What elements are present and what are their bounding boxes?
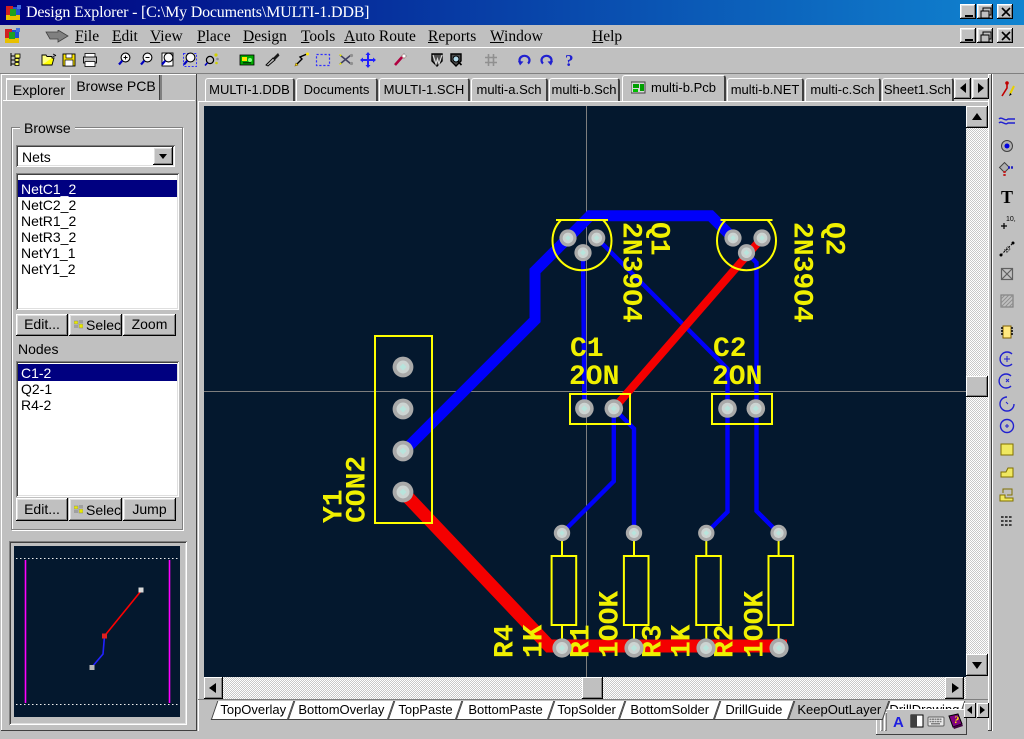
svg-text:2N39O4: 2N39O4 [615, 222, 646, 323]
svg-text:R4: R4 [490, 624, 521, 658]
svg-text:T: T [1001, 188, 1013, 206]
svg-text:CON2: CON2 [342, 456, 373, 523]
svg-text:R2: R2 [710, 624, 741, 658]
svg-text:10,10: 10,10 [1006, 216, 1016, 223]
svg-text:C2: C2 [713, 334, 747, 365]
svg-text:A: A [893, 714, 904, 730]
svg-text:R3: R3 [638, 624, 669, 658]
svg-text:1OOK: 1OOK [595, 591, 626, 658]
svg-text:R1: R1 [566, 624, 597, 658]
svg-text:2N39O4: 2N39O4 [786, 222, 817, 323]
svg-text:10: 10 [1003, 246, 1012, 255]
svg-text:1K: 1K [519, 624, 550, 658]
svg-text:C1: C1 [570, 334, 604, 365]
svg-text:2ON: 2ON [569, 362, 619, 393]
svg-text:?: ? [565, 52, 574, 68]
svg-text:1OOK: 1OOK [740, 591, 771, 658]
svg-text:Q1: Q1 [643, 222, 674, 256]
svg-text:1K: 1K [667, 624, 698, 658]
svg-text:Q2: Q2 [818, 222, 849, 256]
svg-text:2ON: 2ON [712, 362, 762, 393]
